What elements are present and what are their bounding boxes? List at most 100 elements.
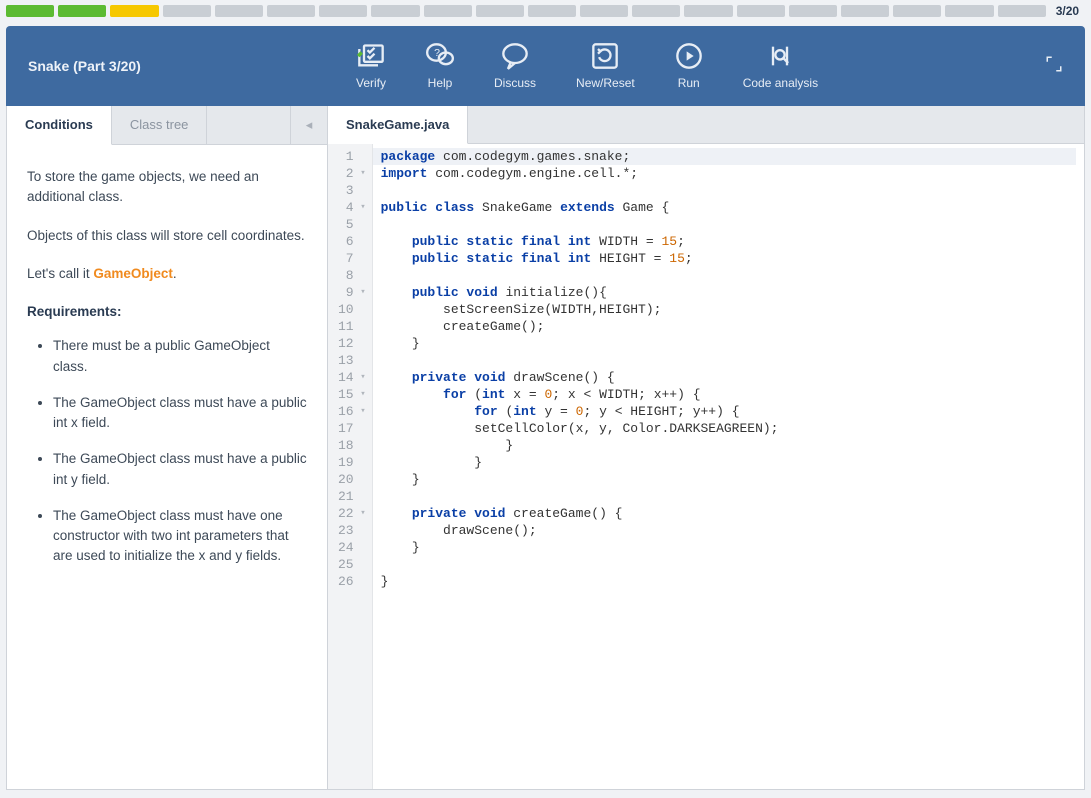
- progress-segment[interactable]: [528, 5, 576, 17]
- line-number: 24: [338, 539, 366, 556]
- line-number: 2▾: [338, 165, 366, 182]
- progress-segment[interactable]: [371, 5, 419, 17]
- help-icon: ?: [426, 42, 454, 70]
- text: Let's call it: [27, 266, 93, 281]
- code-line[interactable]: [381, 488, 1076, 505]
- line-number: 20: [338, 471, 366, 488]
- line-gutter: 12▾34▾56789▾1011121314▾15▾16▾17181920212…: [328, 144, 373, 789]
- requirement-item: The GameObject class must have a public …: [53, 393, 307, 434]
- progress-segment[interactable]: [684, 5, 732, 17]
- code-area[interactable]: package com.codegym.games.snake;import c…: [373, 144, 1084, 789]
- progress-segment[interactable]: [789, 5, 837, 17]
- chevron-left-icon: ◂: [306, 117, 313, 133]
- line-number: 13: [338, 352, 366, 369]
- code-line[interactable]: private void drawScene() {: [381, 369, 1076, 386]
- code-line[interactable]: public static final int WIDTH = 15;: [381, 233, 1076, 250]
- progress-segment[interactable]: [945, 5, 993, 17]
- line-number: 25: [338, 556, 366, 573]
- code-line[interactable]: private void createGame() {: [381, 505, 1076, 522]
- line-number: 3: [338, 182, 366, 199]
- code-line[interactable]: public void initialize(){: [381, 284, 1076, 301]
- code-line[interactable]: }: [381, 573, 1076, 590]
- progress-segment[interactable]: [737, 5, 785, 17]
- line-number: 23: [338, 522, 366, 539]
- line-number: 7: [338, 250, 366, 267]
- code-line[interactable]: setScreenSize(WIDTH,HEIGHT);: [381, 301, 1076, 318]
- progress-bar: 3/20: [0, 0, 1091, 22]
- progress-segment[interactable]: [632, 5, 680, 17]
- conditions-paragraph: Let's call it GameObject.: [27, 264, 307, 284]
- code-line[interactable]: }: [381, 454, 1076, 471]
- verify-label: Verify: [356, 76, 386, 90]
- line-number: 15▾: [338, 386, 366, 403]
- editor-panel: SnakeGame.java 12▾34▾56789▾1011121314▾15…: [328, 106, 1085, 790]
- code-line[interactable]: setCellColor(x, y, Color.DARKSEAGREEN);: [381, 420, 1076, 437]
- code-line[interactable]: [381, 182, 1076, 199]
- line-number: 18: [338, 437, 366, 454]
- verify-button[interactable]: Verify: [356, 42, 386, 90]
- progress-segment[interactable]: [998, 5, 1046, 17]
- line-number: 21: [338, 488, 366, 505]
- progress-segment[interactable]: [215, 5, 263, 17]
- requirement-item: The GameObject class must have one const…: [53, 506, 307, 567]
- progress-segment[interactable]: [163, 5, 211, 17]
- tab-conditions[interactable]: Conditions: [7, 106, 112, 145]
- conditions-paragraph: To store the game objects, we need an ad…: [27, 167, 307, 208]
- progress-segment[interactable]: [6, 5, 54, 17]
- progress-segment[interactable]: [580, 5, 628, 17]
- collapse-left-button[interactable]: ◂: [290, 106, 327, 144]
- line-number: 4▾: [338, 199, 366, 216]
- code-line[interactable]: drawScene();: [381, 522, 1076, 539]
- code-line[interactable]: import com.codegym.engine.cell.*;: [381, 165, 1076, 182]
- left-tabs: Conditions Class tree ◂: [7, 106, 327, 145]
- code-line[interactable]: for (int y = 0; y < HEIGHT; y++) {: [381, 403, 1076, 420]
- code-line[interactable]: }: [381, 437, 1076, 454]
- code-line[interactable]: public class SnakeGame extends Game {: [381, 199, 1076, 216]
- progress-segment[interactable]: [58, 5, 106, 17]
- discuss-button[interactable]: Discuss: [494, 42, 536, 90]
- progress-segment[interactable]: [267, 5, 315, 17]
- code-line[interactable]: createGame();: [381, 318, 1076, 335]
- help-label: Help: [428, 76, 453, 90]
- main-body: Conditions Class tree ◂ To store the gam…: [6, 106, 1085, 790]
- tab-file[interactable]: SnakeGame.java: [328, 106, 468, 144]
- code-line[interactable]: for (int x = 0; x < WIDTH; x++) {: [381, 386, 1076, 403]
- code-editor[interactable]: 12▾34▾56789▾1011121314▾15▾16▾17181920212…: [328, 144, 1084, 789]
- analysis-button[interactable]: Code analysis: [743, 42, 818, 90]
- line-number: 1: [338, 148, 366, 165]
- code-line[interactable]: [381, 216, 1076, 233]
- tab-class-tree[interactable]: Class tree: [112, 106, 208, 144]
- help-button[interactable]: ? Help: [426, 42, 454, 90]
- code-line[interactable]: [381, 556, 1076, 573]
- requirements-list: There must be a public GameObject class.…: [27, 336, 307, 566]
- header-bar: Snake (Part 3/20) Verify ? Help Discuss …: [6, 26, 1085, 106]
- code-line[interactable]: }: [381, 335, 1076, 352]
- requirement-item: There must be a public GameObject class.: [53, 336, 307, 377]
- reset-button[interactable]: New/Reset: [576, 42, 635, 90]
- line-number: 14▾: [338, 369, 366, 386]
- progress-segment[interactable]: [893, 5, 941, 17]
- code-line[interactable]: }: [381, 471, 1076, 488]
- line-number: 11: [338, 318, 366, 335]
- code-line[interactable]: [381, 352, 1076, 369]
- progress-segment[interactable]: [476, 5, 524, 17]
- gameobject-keyword: GameObject: [93, 266, 173, 281]
- progress-segment[interactable]: [841, 5, 889, 17]
- code-line[interactable]: public static final int HEIGHT = 15;: [381, 250, 1076, 267]
- progress-segment[interactable]: [110, 5, 158, 17]
- line-number: 12: [338, 335, 366, 352]
- expand-button[interactable]: [1023, 55, 1085, 78]
- discuss-icon: [501, 42, 529, 70]
- svg-text:?: ?: [434, 47, 440, 59]
- analysis-label: Code analysis: [743, 76, 818, 90]
- code-line[interactable]: [381, 267, 1076, 284]
- code-line[interactable]: }: [381, 539, 1076, 556]
- editor-tabs: SnakeGame.java: [328, 106, 1084, 144]
- code-line[interactable]: package com.codegym.games.snake;: [373, 148, 1076, 165]
- requirements-heading: Requirements:: [27, 302, 307, 322]
- text: .: [173, 266, 177, 281]
- run-button[interactable]: Run: [675, 42, 703, 90]
- progress-segment[interactable]: [424, 5, 472, 17]
- progress-segment[interactable]: [319, 5, 367, 17]
- line-number: 5: [338, 216, 366, 233]
